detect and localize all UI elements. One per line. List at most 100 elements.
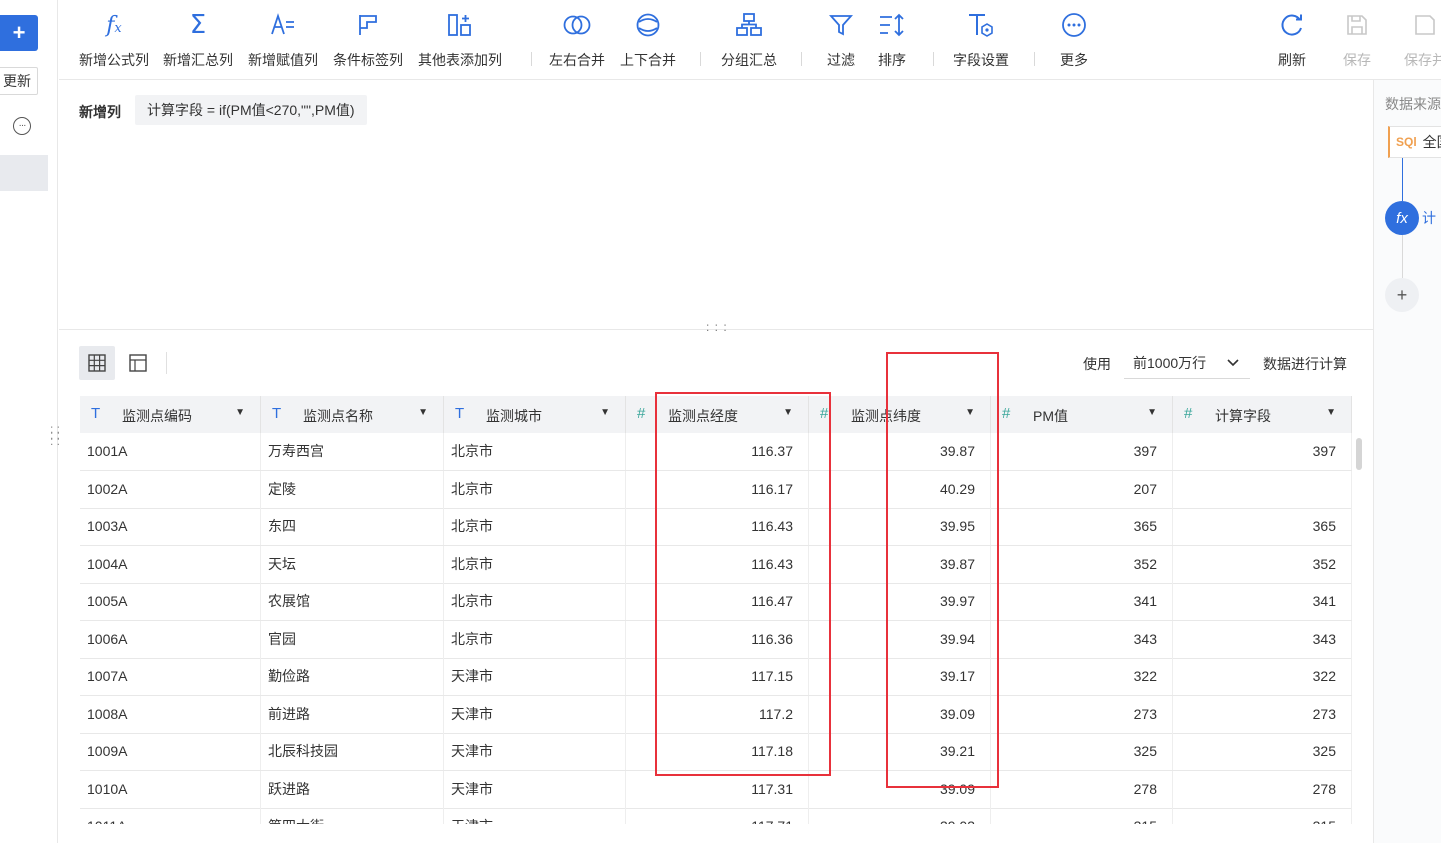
- add-button[interactable]: +: [0, 15, 38, 51]
- formula-step-label[interactable]: 计: [1422, 208, 1436, 228]
- table-cell: 前进路: [261, 695, 444, 733]
- caret-down-icon[interactable]: ▼: [235, 407, 245, 418]
- flow-connector: [1402, 158, 1403, 201]
- table-cell: 365: [1173, 508, 1352, 545]
- table-cell: 40.29: [809, 470, 991, 508]
- table-row[interactable]: 1008A 前进路 天津市 117.2 39.09 273 273: [80, 695, 1352, 734]
- caret-down-icon[interactable]: ▼: [418, 407, 428, 418]
- drag-handle-icon[interactable]: : :: :: :: [50, 423, 60, 447]
- sort-button[interactable]: 排序: [878, 8, 906, 70]
- grid-view-button[interactable]: [79, 346, 115, 380]
- column-header[interactable]: # 监测点经度 ▼: [626, 396, 809, 433]
- column-header[interactable]: # 计算字段 ▼: [1173, 396, 1352, 433]
- refresh-icon: [1279, 8, 1305, 42]
- table-row[interactable]: 1001A 万寿西宫 北京市 116.37 39.87 397 397: [80, 433, 1352, 471]
- column-header[interactable]: T 监测点编码 ▼: [80, 396, 261, 433]
- table-cell: 第四大街: [261, 808, 444, 824]
- table-cell: 天津市: [444, 808, 626, 824]
- vertical-scrollbar[interactable]: [1356, 438, 1362, 470]
- table-cell: 352: [1173, 545, 1352, 583]
- chevron-down-icon: [1227, 359, 1239, 367]
- table-row[interactable]: 1006A 官园 北京市 116.36 39.94 343 343: [80, 620, 1352, 659]
- formula-area: 新增列 计算字段 = if(PM值<270,"",PM值): [59, 80, 1373, 330]
- table-cell: 39.95: [809, 508, 991, 545]
- table-row[interactable]: 1004A 天坛 北京市 116.43 39.87 352 352: [80, 545, 1352, 584]
- column-header[interactable]: T 监测城市 ▼: [444, 396, 626, 433]
- table-cell: 1008A: [80, 695, 261, 733]
- table-row[interactable]: 1005A 农展馆 北京市 116.47 39.97 341 341: [80, 583, 1352, 621]
- number-type-icon: #: [1184, 405, 1193, 422]
- table-cell: 北京市: [444, 620, 626, 658]
- more-button[interactable]: 更多: [1060, 8, 1088, 70]
- caret-down-icon[interactable]: ▼: [1147, 407, 1157, 418]
- sql-icon: SQl: [1396, 135, 1417, 149]
- row-limit-select[interactable]: 前1000万行: [1124, 347, 1250, 379]
- table-cell: 117.18: [626, 733, 809, 770]
- table-cell: 343: [991, 620, 1173, 658]
- add-summary-column-button[interactable]: Σ 新增汇总列: [163, 8, 233, 70]
- merge-left-right-button[interactable]: 左右合并: [549, 8, 605, 70]
- update-button[interactable]: 更新: [0, 67, 38, 95]
- column-header[interactable]: # 监测点纬度 ▼: [809, 396, 991, 433]
- table-cell: 116.43: [626, 545, 809, 583]
- caret-down-icon[interactable]: ▼: [1326, 407, 1336, 418]
- add-other-table-column-button[interactable]: 其他表添加列: [418, 8, 502, 70]
- table-row[interactable]: 1009A 北辰科技园 天津市 117.18 39.21 325 325: [80, 733, 1352, 771]
- column-name: 监测点经度: [668, 408, 738, 424]
- table-cell: 325: [991, 733, 1173, 770]
- data-source-node[interactable]: SQl 全国: [1388, 126, 1441, 158]
- formula-expression[interactable]: 计算字段 = if(PM值<270,"",PM值): [135, 95, 367, 125]
- table-cell: 北京市: [444, 433, 626, 470]
- table-cell: 365: [991, 508, 1173, 545]
- save-as-button[interactable]: 保存并: [1404, 8, 1441, 70]
- table-cell: 39.09: [809, 770, 991, 808]
- add-step-button[interactable]: +: [1385, 278, 1419, 312]
- filter-button[interactable]: 过滤: [827, 8, 855, 70]
- group-summary-button[interactable]: 分组汇总: [721, 8, 777, 70]
- table-row[interactable]: 1010A 跃进路 天津市 117.31 39.09 278 278: [80, 770, 1352, 809]
- table-cell: 278: [1173, 770, 1352, 808]
- condition-tag-column-button[interactable]: 条件标签列: [333, 8, 403, 70]
- grid-icon: [88, 354, 106, 372]
- left-selected-item[interactable]: [0, 155, 48, 191]
- layout-view-button[interactable]: [120, 346, 156, 380]
- table-cell: 325: [1173, 733, 1352, 770]
- field-settings-button[interactable]: 字段设置: [953, 8, 1009, 70]
- splitter-handle-icon[interactable]: : : :: [706, 321, 728, 333]
- save-icon: [1345, 8, 1369, 42]
- table-cell: 东四: [261, 508, 444, 545]
- formula-step-icon[interactable]: fx: [1385, 201, 1419, 235]
- table-cell: 341: [1173, 583, 1352, 620]
- column-name: 监测点名称: [303, 408, 373, 424]
- add-formula-column-button[interactable]: fx 新增公式列: [79, 8, 149, 70]
- table-row[interactable]: 1002A 定陵 北京市 116.17 40.29 207: [80, 470, 1352, 509]
- table-cell: 1002A: [80, 470, 261, 508]
- caret-down-icon[interactable]: ▼: [965, 407, 975, 418]
- table-cell: 1011A: [80, 808, 261, 824]
- table-cell: 1004A: [80, 545, 261, 583]
- data-source-title: 数据来源: [1385, 96, 1441, 112]
- table-cell: 315: [1173, 808, 1352, 824]
- caret-down-icon[interactable]: ▼: [600, 407, 610, 418]
- table-cell: 117.15: [626, 658, 809, 695]
- table-row[interactable]: 1011A第四大街天津市117.7139.03315315: [80, 808, 1352, 824]
- fx-icon: fx: [106, 12, 122, 38]
- text-type-icon: T: [272, 405, 282, 422]
- table-cell: 278: [991, 770, 1173, 808]
- column-header[interactable]: T 监测点名称 ▼: [261, 396, 444, 433]
- number-type-icon: #: [1002, 405, 1011, 422]
- ellipsis-circle-icon[interactable]: ···: [13, 117, 31, 135]
- toolbar-divider: [531, 52, 532, 66]
- save-button[interactable]: 保存: [1343, 8, 1371, 70]
- column-header[interactable]: # PM值 ▼: [991, 396, 1173, 433]
- table-cell: 天津市: [444, 770, 626, 808]
- table-cell: 352: [991, 545, 1173, 583]
- merge-top-bottom-button[interactable]: 上下合并: [620, 8, 676, 70]
- add-assign-column-button[interactable]: 新增赋值列: [248, 8, 318, 70]
- refresh-button[interactable]: 刷新: [1278, 8, 1306, 70]
- caret-down-icon[interactable]: ▼: [783, 407, 793, 418]
- more-icon: [1061, 8, 1087, 42]
- table-row[interactable]: 1003A 东四 北京市 116.43 39.95 365 365: [80, 508, 1352, 546]
- table-row[interactable]: 1007A 勤俭路 天津市 117.15 39.17 322 322: [80, 658, 1352, 696]
- toolbar-divider: [801, 52, 802, 66]
